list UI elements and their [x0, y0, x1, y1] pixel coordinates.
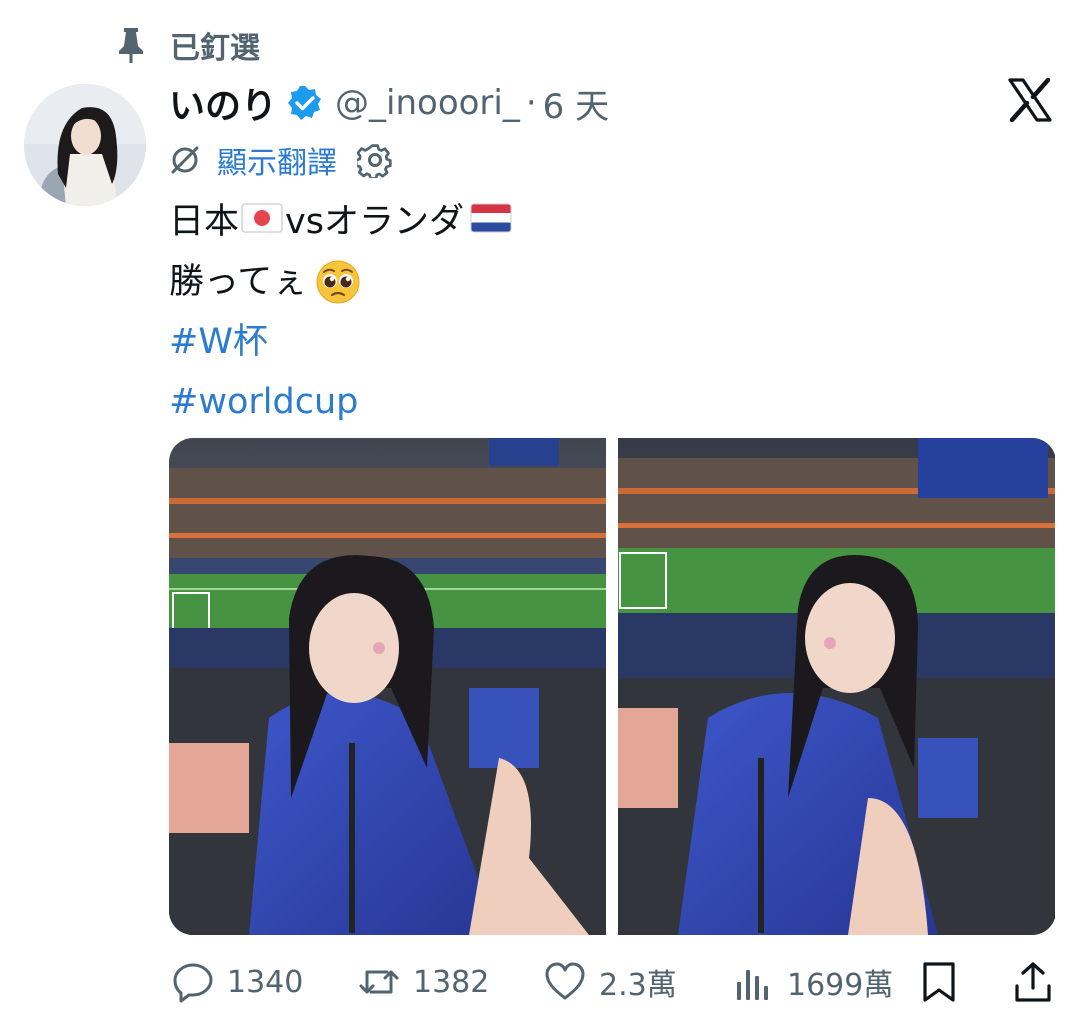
tweet-text: 日本 vsオランダ 勝ってぇ #W杯 #worldcup — [169, 192, 1049, 432]
pinned-indicator: 已釘選 — [116, 22, 260, 68]
reply-icon — [171, 960, 215, 1004]
show-translation-link[interactable]: 顯示翻譯 — [217, 138, 337, 182]
avatar[interactable] — [24, 84, 146, 206]
like-count: 2.3萬 — [599, 968, 677, 1003]
translate-row: 顯示翻譯 — [169, 138, 393, 182]
verified-badge-icon — [287, 85, 323, 121]
tweet-text-win: 勝ってぇ — [169, 262, 308, 302]
hashtag-worldcup[interactable]: #worldcup — [169, 372, 1049, 432]
bookmark-button[interactable] — [917, 958, 961, 1006]
stadium-selfie-1[interactable] — [169, 438, 606, 935]
author-display-name[interactable]: いのり — [169, 77, 277, 129]
tweet-header: いのり @_inooori_ · 6 天 — [169, 78, 609, 128]
pin-icon — [116, 26, 146, 64]
reply-count: 1340 — [227, 964, 304, 1000]
share-icon — [1011, 960, 1055, 1004]
author-handle[interactable]: @_inooori_ — [335, 83, 520, 123]
separator-dot: · — [525, 83, 537, 123]
pinned-label: 已釘選 — [170, 31, 260, 66]
tweet-line-1: 日本 vsオランダ — [169, 192, 1049, 252]
reply-button[interactable]: 1340 — [171, 958, 303, 1006]
views-button[interactable]: 1699萬 — [731, 958, 893, 1006]
views-icon — [731, 960, 775, 1004]
pleading-face-emoji-icon — [315, 259, 361, 305]
repost-button[interactable]: 1382 — [357, 958, 489, 1006]
heart-icon — [543, 960, 587, 1004]
like-button[interactable]: 2.3萬 — [543, 958, 677, 1006]
tweet-text-japan: 日本 — [169, 202, 240, 242]
bookmark-icon — [917, 960, 961, 1004]
x-logo — [1008, 77, 1052, 123]
gear-icon[interactable] — [354, 142, 393, 180]
netherlands-flag-icon — [464, 192, 512, 252]
post-time[interactable]: 6 天 — [543, 79, 609, 128]
japan-flag-icon — [239, 192, 285, 252]
globe-slash-icon — [169, 144, 201, 176]
share-button[interactable] — [1011, 958, 1055, 1006]
views-count: 1699萬 — [787, 968, 894, 1003]
media-grid — [169, 438, 1056, 935]
tweet-line-2: 勝ってぇ — [169, 252, 1049, 312]
action-bar: 1340 1382 2.3萬 1699萬 — [169, 952, 1056, 1012]
repost-icon — [357, 960, 401, 1004]
stadium-selfie-2[interactable] — [618, 438, 1055, 935]
repost-count: 1382 — [413, 964, 490, 1000]
tweet-text-vs-netherlands: vsオランダ — [285, 202, 464, 242]
hashtag-w-cup[interactable]: #W杯 — [169, 312, 1049, 372]
